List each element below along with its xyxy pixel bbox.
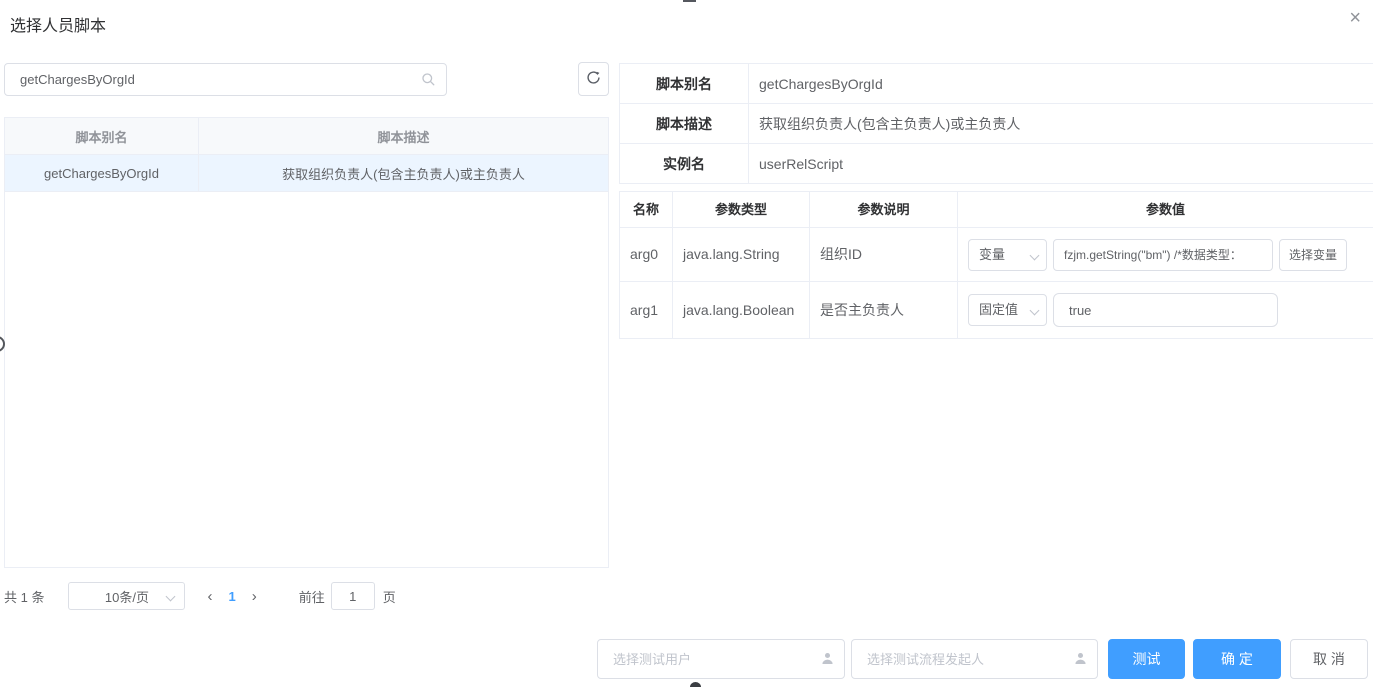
page-unit-label: 页 bbox=[382, 589, 396, 605]
detail-label: 脚本描述 bbox=[620, 104, 749, 143]
script-list-table: 脚本别名 脚本描述 getChargesByOrgId 获取组织负责人(包含主负… bbox=[4, 117, 609, 568]
close-icon[interactable]: × bbox=[1349, 8, 1361, 28]
cell-script-alias: getChargesByOrgId bbox=[5, 155, 199, 191]
value-mode-label: 固定值 bbox=[979, 302, 1019, 318]
search-icon[interactable] bbox=[421, 72, 436, 90]
goto-page-input[interactable] bbox=[330, 582, 375, 610]
select-person-script-dialog: 选择人员脚本 × 脚本别名 脚本描述 getChargesByOrgId 获取组… bbox=[0, 0, 1373, 687]
clipped-mark-top bbox=[683, 0, 696, 2]
prev-page-icon[interactable]: ‹ bbox=[207, 588, 212, 605]
cell-script-desc: 获取组织负责人(包含主负责人)或主负责人 bbox=[282, 166, 525, 182]
column-header-type: 参数类型 bbox=[673, 192, 810, 227]
detail-value: getChargesByOrgId bbox=[759, 75, 883, 92]
param-name: arg0 bbox=[620, 228, 673, 281]
test-initiator-field bbox=[851, 639, 1098, 679]
detail-label: 实例名 bbox=[620, 144, 749, 183]
test-user-input[interactable] bbox=[597, 639, 845, 679]
value-mode-select[interactable]: 变量 bbox=[968, 238, 1047, 271]
column-header-paramdesc: 参数说明 bbox=[810, 192, 958, 227]
pagination-total: 共 1 条 bbox=[4, 589, 45, 605]
pagination: 共 1 条 10条/页 ‹ 1 › 前往 页 bbox=[4, 582, 396, 610]
param-row-arg0: arg0 java.lang.String 组织ID 变量 选择变量 bbox=[620, 228, 1373, 282]
column-header-name: 名称 bbox=[620, 192, 673, 227]
detail-label: 脚本别名 bbox=[620, 64, 749, 103]
cancel-button[interactable]: 取 消 bbox=[1290, 639, 1368, 679]
refresh-icon bbox=[585, 69, 602, 89]
column-header-paramvalue: 参数值 bbox=[1145, 201, 1185, 217]
current-page-number[interactable]: 1 bbox=[228, 589, 235, 604]
detail-row-instance: 实例名 userRelScript bbox=[620, 144, 1373, 184]
params-header-row: 名称 参数类型 参数说明 参数值 bbox=[620, 192, 1373, 228]
param-value-cell: 固定值 bbox=[958, 282, 1373, 338]
choose-variable-button[interactable]: 选择变量 bbox=[1279, 238, 1348, 271]
detail-value: userRelScript bbox=[759, 155, 844, 172]
column-header-alias: 脚本别名 bbox=[5, 118, 199, 154]
detail-row-desc: 脚本描述 获取组织负责人(包含主负责人)或主负责人 bbox=[620, 104, 1373, 144]
param-name: arg1 bbox=[620, 282, 673, 338]
page-title: 选择人员脚本 bbox=[10, 18, 107, 35]
detail-value: 获取组织负责人(包含主负责人)或主负责人 bbox=[759, 115, 1021, 132]
refresh-button[interactable] bbox=[578, 62, 609, 96]
param-type: java.lang.String bbox=[673, 228, 810, 281]
chevron-down-icon bbox=[1029, 250, 1040, 260]
param-value-input[interactable] bbox=[1053, 238, 1273, 271]
chevron-down-icon bbox=[1029, 305, 1040, 316]
value-mode-select[interactable]: 固定值 bbox=[968, 294, 1047, 326]
param-desc: 是否主负责人 bbox=[810, 282, 958, 338]
detail-row-alias: 脚本别名 getChargesByOrgId bbox=[620, 64, 1373, 104]
params-table: 名称 参数类型 参数说明 参数值 arg0 java.lang.String 组… bbox=[619, 191, 1373, 339]
script-table-header-row: 脚本别名 脚本描述 bbox=[5, 118, 608, 155]
clipped-mark-bottom bbox=[690, 682, 701, 687]
param-value-cell: 变量 选择变量 bbox=[958, 228, 1373, 281]
script-search-field bbox=[4, 63, 447, 96]
page-size-value: 10条/页 bbox=[104, 589, 149, 605]
confirm-button[interactable]: 确 定 bbox=[1193, 639, 1281, 679]
param-type: java.lang.Boolean bbox=[673, 282, 810, 338]
next-page-icon[interactable]: › bbox=[252, 588, 257, 605]
chevron-down-icon bbox=[166, 591, 176, 602]
test-initiator-input[interactable] bbox=[851, 639, 1098, 679]
param-desc: 组织ID bbox=[810, 228, 958, 281]
column-header-desc: 脚本描述 bbox=[377, 129, 430, 145]
script-detail-table: 脚本别名 getChargesByOrgId 脚本描述 获取组织负责人(包含主负… bbox=[619, 63, 1373, 184]
search-input[interactable] bbox=[4, 63, 447, 96]
person-icon bbox=[1073, 651, 1088, 669]
table-row[interactable]: getChargesByOrgId 获取组织负责人(包含主负责人)或主负责人 bbox=[5, 155, 608, 192]
person-icon bbox=[820, 651, 835, 669]
test-user-field bbox=[597, 639, 845, 679]
param-row-arg1: arg1 java.lang.Boolean 是否主负责人 固定值 bbox=[620, 282, 1373, 339]
param-value-input[interactable] bbox=[1053, 293, 1278, 327]
page-size-select[interactable]: 10条/页 bbox=[68, 582, 186, 610]
value-mode-label: 变量 bbox=[979, 246, 1006, 262]
goto-page-label: 前往 bbox=[298, 589, 325, 605]
test-button[interactable]: 测试 bbox=[1108, 639, 1185, 679]
